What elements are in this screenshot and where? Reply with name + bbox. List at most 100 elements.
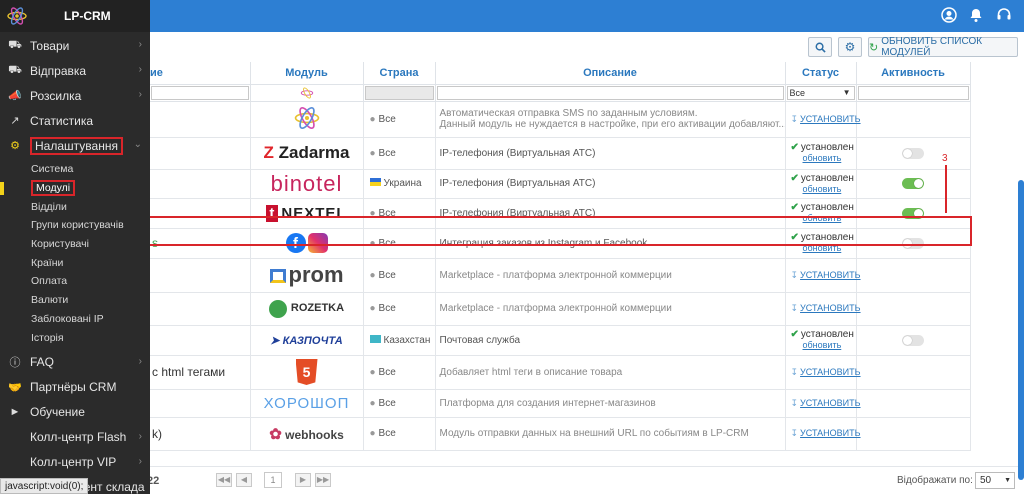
module-logo-cell: ХОРОШОП xyxy=(250,389,364,418)
user-icon[interactable] xyxy=(940,7,958,25)
module-logo-cell: Z Zadarma xyxy=(250,137,364,170)
active-toggle[interactable] xyxy=(902,334,924,346)
sidebar-item-callcenter-flash[interactable]: Колл-центр Flash › xyxy=(0,425,150,450)
sidebar-item-mailing[interactable]: 📣 Розсилка › xyxy=(0,83,150,108)
scrollbar[interactable] xyxy=(1018,180,1024,480)
module-logo-cell: binotel xyxy=(250,169,364,199)
install-link[interactable]: ↧ УСТАНОВИТЬ xyxy=(791,398,861,408)
module-name-cell: k) xyxy=(150,417,251,451)
install-link[interactable]: ↧ УСТАНОВИТЬ xyxy=(791,114,861,124)
sidebar-item-goods[interactable]: ⛟ Товари › xyxy=(0,33,150,58)
megaphone-icon: 📣 xyxy=(8,90,22,102)
column-header-country[interactable]: Страна xyxy=(363,62,436,85)
globe-icon: ● xyxy=(369,147,376,159)
top-bar xyxy=(0,0,1024,32)
chevron-right-icon: › xyxy=(138,64,142,75)
status-cell: ↧ УСТАНОВИТЬ xyxy=(785,101,861,138)
country-filter-input[interactable] xyxy=(364,85,434,100)
download-icon: ↧ xyxy=(790,397,799,408)
name-filter-input[interactable] xyxy=(151,85,249,100)
column-header-module[interactable]: Модуль xyxy=(250,62,364,85)
submenu-item-user-groups[interactable]: Групи користувачів xyxy=(0,216,150,235)
sidebar-item-shipping[interactable]: ⛟ Відправка › xyxy=(0,58,150,83)
active-toggle[interactable] xyxy=(902,178,924,190)
active-cell xyxy=(856,389,971,418)
column-header-status[interactable]: Статус xyxy=(785,62,857,85)
annotation-arrow-3 xyxy=(945,165,947,213)
submenu-item-label: Модулі xyxy=(31,180,76,197)
sidebar-item-label: Відправка xyxy=(30,63,87,78)
update-link[interactable]: обновить xyxy=(803,340,842,350)
atom-logo-icon xyxy=(294,106,319,129)
globe-icon: ● xyxy=(369,113,376,125)
column-header-name[interactable]: ие xyxy=(150,62,251,85)
submenu-item-countries[interactable]: Країни xyxy=(0,253,150,272)
submenu-item-system[interactable]: Система xyxy=(0,160,150,179)
country-cell: ● Все xyxy=(363,101,436,138)
country-cell: Казахстан xyxy=(363,325,436,356)
active-cell xyxy=(856,417,971,451)
search-button[interactable] xyxy=(808,37,832,57)
status-installed: ✔ установлен xyxy=(790,172,854,184)
rozetka-logo: ROZETKA xyxy=(268,299,344,318)
globe-icon: ● xyxy=(369,366,376,378)
submenu-item-users[interactable]: Користувачі xyxy=(0,235,150,254)
update-link[interactable]: обновить xyxy=(803,184,842,194)
active-toggle[interactable] xyxy=(902,147,924,159)
column-header-active[interactable]: Активность xyxy=(856,62,971,85)
submenu-item-modules[interactable]: Модулі xyxy=(0,179,150,198)
submenu-item-blocked-ip[interactable]: Заблоковані IP xyxy=(0,310,150,329)
active-filter-input[interactable] xyxy=(857,85,969,100)
sidebar-item-settings[interactable]: ⚙ Налаштування ⌄ xyxy=(0,133,150,158)
submenu-item-payment[interactable]: Оплата xyxy=(0,272,150,291)
install-link[interactable]: ↧ УСТАНОВИТЬ xyxy=(791,303,861,313)
search-icon xyxy=(815,42,826,53)
current-page[interactable]: 1 xyxy=(264,472,282,488)
install-link[interactable]: ↧ УСТАНОВИТЬ xyxy=(791,367,861,377)
refresh-modules-button[interactable]: ↻ ОБНОВИТЬ СПИСОК МОДУЛЕЙ xyxy=(868,36,1018,58)
chevron-down-icon: ⌄ xyxy=(133,139,142,150)
first-page-button[interactable]: ◀◀ xyxy=(216,473,232,487)
sidebar-item-partners[interactable]: 🤝 Партнёры CRM xyxy=(0,375,150,400)
html5-icon: 5 xyxy=(295,359,318,385)
update-link[interactable]: обновить xyxy=(803,153,842,163)
globe-icon: ● xyxy=(369,303,376,314)
last-page-button[interactable]: ▶▶ xyxy=(315,473,331,487)
highlighted-row-box xyxy=(148,216,972,246)
sidebar-item-faq[interactable]: ⓘ FAQ › xyxy=(0,350,150,375)
country-cell: ● Все xyxy=(363,292,436,326)
description-cell: Автоматическая отправка SMS по заданным … xyxy=(435,101,786,138)
column-header-description[interactable]: Описание xyxy=(435,62,786,85)
settings-button[interactable]: ⚙ xyxy=(838,37,862,57)
description-cell: IP-телефония (Виртуальная АТС) xyxy=(435,137,786,170)
sidebar-item-training[interactable]: ► Обучение xyxy=(0,400,150,425)
description-filter-input[interactable] xyxy=(436,85,784,100)
description-cell: Почтовая служба xyxy=(435,325,786,356)
bell-icon[interactable] xyxy=(967,7,985,25)
description-cell: Платформа для создания интернет-магазино… xyxy=(435,389,786,418)
per-page-label: Відображати по: xyxy=(897,475,973,486)
chevron-right-icon: › xyxy=(138,430,142,442)
sidebar-item-label: Партнёры CRM xyxy=(30,380,117,395)
submenu-item-currencies[interactable]: Валюти xyxy=(0,291,150,310)
globe-icon: ● xyxy=(369,397,376,409)
sidebar-item-callcenter-vip[interactable]: Колл-центр VIP › xyxy=(0,450,150,475)
webhooks-logo: ✿ webhooks xyxy=(269,425,344,443)
submenu-item-history[interactable]: Історія xyxy=(0,328,150,347)
chart-icon: ↗ xyxy=(10,115,20,127)
support-icon[interactable] xyxy=(995,7,1013,25)
prev-page-button[interactable]: ◀ xyxy=(236,473,252,487)
install-link[interactable]: ↧ УСТАНОВИТЬ xyxy=(791,428,861,438)
install-link[interactable]: ↧ УСТАНОВИТЬ xyxy=(791,270,861,280)
table-row: binotel Украина IP-телефония (Виртуальная … xyxy=(150,169,971,199)
active-cell xyxy=(856,292,971,326)
shipping-icon: ⛟ xyxy=(8,63,22,76)
status-filter-select[interactable]: Все ▼ xyxy=(786,85,855,100)
active-cell xyxy=(856,258,971,293)
next-page-button[interactable]: ▶ xyxy=(295,473,311,487)
check-circle-icon: ✔ xyxy=(790,329,799,340)
sidebar-item-statistics[interactable]: ↗ Статистика xyxy=(0,108,150,133)
submenu-item-departments[interactable]: Відділи xyxy=(0,197,150,216)
sidebar-item-label: Статистика xyxy=(30,113,94,128)
per-page-select[interactable]: 50 ▼ xyxy=(975,472,1015,489)
